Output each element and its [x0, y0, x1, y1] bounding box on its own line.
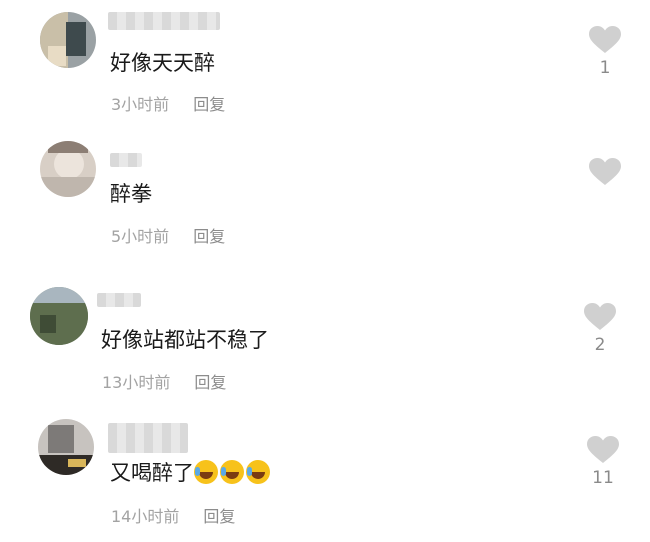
- comment-meta: 14小时前 回复: [111, 503, 235, 527]
- like-count: 2: [594, 335, 606, 355]
- comment-item: 用户 醉拳 5小时前 回复: [0, 125, 650, 265]
- comment-text-content: 又喝醉了: [110, 461, 194, 485]
- avatar[interactable]: [40, 141, 96, 197]
- rolling-laughing-emoji: [246, 460, 270, 484]
- like-button[interactable]: 11: [583, 436, 623, 488]
- reply-button[interactable]: 回复: [193, 95, 225, 114]
- reply-button[interactable]: 回复: [203, 507, 235, 526]
- comment-text: 醉拳: [110, 182, 152, 206]
- comment-text: 好像天天醉: [110, 51, 215, 75]
- avatar[interactable]: [40, 12, 96, 68]
- heart-icon: [587, 436, 619, 463]
- comment-item: 用户 好像站都站不稳了 13小时前 回复 2: [0, 265, 650, 405]
- comment-item: 用户 好像天天醉 3小时前 回复 1: [0, 0, 650, 125]
- username[interactable]: 用户: [97, 293, 141, 307]
- comment-time: 13小时前: [102, 373, 171, 392]
- avatar[interactable]: [30, 287, 88, 345]
- heart-icon: [584, 303, 616, 330]
- avatar[interactable]: [38, 419, 94, 475]
- reply-button[interactable]: 回复: [194, 373, 226, 392]
- like-button[interactable]: [585, 158, 625, 190]
- heart-icon: [589, 158, 621, 185]
- comment-meta: 5小时前 回复: [111, 223, 225, 247]
- like-count: 11: [592, 468, 614, 488]
- username[interactable]: 用户: [110, 153, 142, 167]
- like-button[interactable]: 1: [585, 26, 625, 78]
- like-count: 1: [599, 58, 611, 78]
- like-button[interactable]: 2: [580, 303, 620, 355]
- comment-meta: 13小时前 回复: [102, 369, 226, 393]
- rolling-laughing-emoji: [194, 460, 218, 484]
- comment-item: 用户 又喝醉了 14小时前 回复 11: [0, 405, 650, 542]
- comment-time: 3小时前: [111, 95, 170, 114]
- username[interactable]: 用户: [108, 423, 188, 453]
- rolling-laughing-emoji: [220, 460, 244, 484]
- comment-text: 又喝醉了: [110, 459, 272, 487]
- comment-meta: 3小时前 回复: [111, 91, 225, 115]
- reply-button[interactable]: 回复: [193, 227, 225, 246]
- comment-time: 5小时前: [111, 227, 170, 246]
- comment-time: 14小时前: [111, 507, 180, 526]
- username[interactable]: 用户: [108, 12, 220, 30]
- comment-text: 好像站都站不稳了: [101, 328, 269, 352]
- heart-icon: [589, 26, 621, 53]
